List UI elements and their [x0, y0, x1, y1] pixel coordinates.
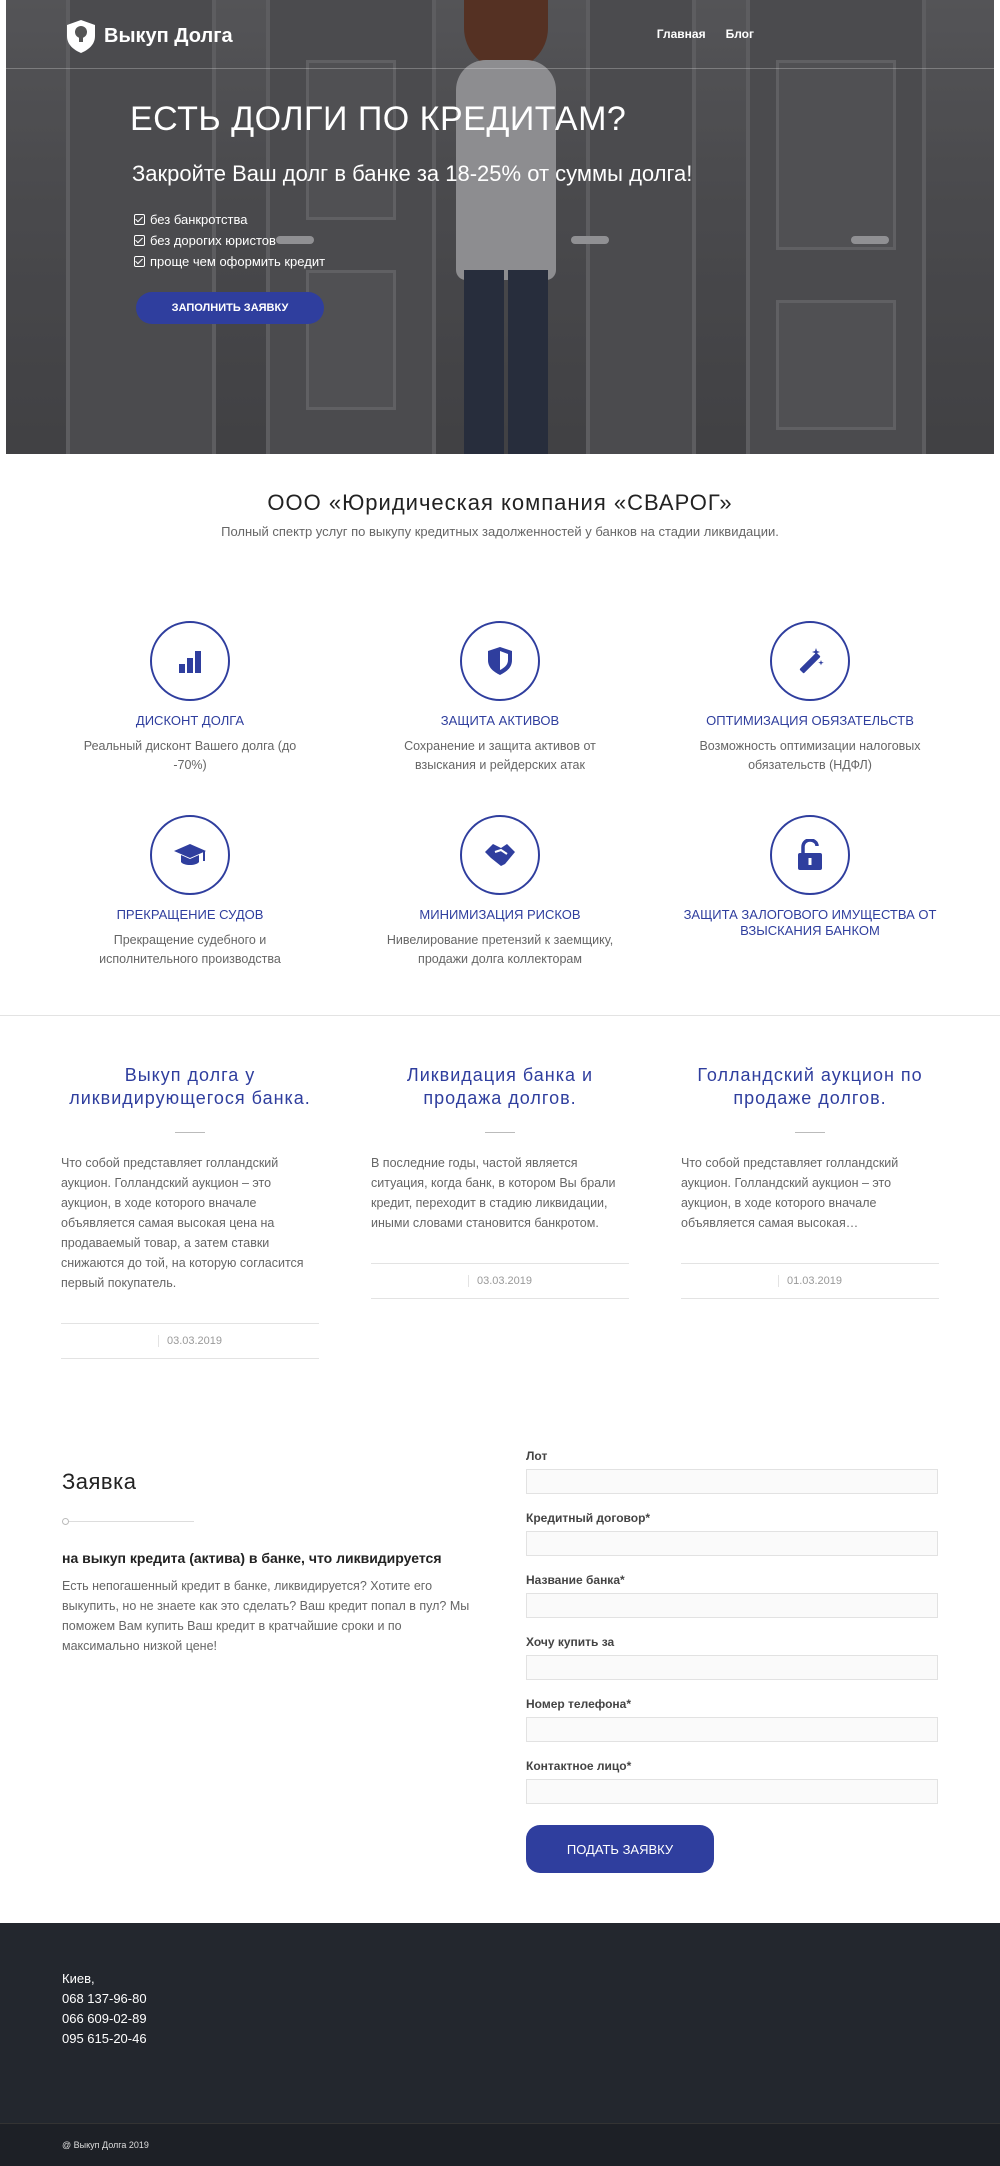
shield-icon — [460, 621, 540, 701]
graduation-cap-icon — [150, 815, 230, 895]
bar-chart-icon — [150, 621, 230, 701]
footer-city: Киев, — [62, 1971, 95, 1986]
phone-input[interactable] — [526, 1717, 938, 1742]
site-logo[interactable]: Выкуп Долга — [64, 18, 233, 54]
feature-item: ПРЕКРАЩЕНИЕ СУДОВ Прекращение судебного … — [35, 815, 345, 969]
footer-phone[interactable]: 068 137-96-80 — [62, 1989, 938, 2009]
company-subtitle: Полный спектр услуг по выкупу кредитных … — [221, 524, 779, 539]
request-section: Заявка на выкуп кредита (актива) в банке… — [0, 1429, 1000, 1923]
request-text: Есть непогашенный кредит в банке, ликвид… — [62, 1579, 470, 1653]
blog-post: Выкуп долга у ликвидирующегося банка. Чт… — [61, 1064, 319, 1359]
request-title: Заявка — [62, 1469, 137, 1494]
logo-shield-icon — [67, 20, 95, 53]
nav-blog-link[interactable]: Блог — [726, 27, 754, 41]
desired-price-input[interactable] — [526, 1655, 938, 1680]
feature-item: ЗАЩИТА АКТИВОВ Сохранение и защита актив… — [345, 621, 655, 775]
post-excerpt: В последние годы, частой является ситуац… — [371, 1156, 616, 1230]
hero-section: Выкуп Долга Главная Блог ЕСТЬ ДОЛГИ ПО К… — [6, 0, 994, 454]
field-label: Номер телефона* — [526, 1697, 632, 1711]
feature-text: Нивелирование претензий к заемщику, прод… — [386, 933, 614, 966]
feature-text: Реальный дисконт Вашего долга (до -70%) — [83, 739, 297, 772]
post-date: 03.03.2019 — [157, 1335, 222, 1347]
form-field: Название банка* — [526, 1573, 938, 1618]
fill-request-button[interactable]: ЗАПОЛНИТЬ ЗАЯВКУ — [136, 292, 324, 324]
submit-request-button[interactable]: ПОДАТЬ ЗАЯВКУ — [526, 1825, 714, 1873]
post-date: 03.03.2019 — [467, 1275, 532, 1287]
checkbox-icon — [134, 214, 145, 225]
checkbox-icon — [134, 256, 145, 267]
footer-bottom-bar: @ Выкуп Долга 2019 — [0, 2123, 1000, 2166]
hero-title: ЕСТЬ ДОЛГИ ПО КРЕДИТАМ? — [130, 100, 627, 138]
form-field: Контактное лицо* — [526, 1759, 938, 1804]
benefit-item: проще чем оформить кредит — [134, 251, 692, 272]
feature-title: МИНИМИЗАЦИЯ РИСКОВ — [419, 907, 581, 922]
contact-person-input[interactable] — [526, 1779, 938, 1804]
feature-text: Возможность оптимизации налоговых обязат… — [699, 739, 921, 772]
hero-subtitle: Закройте Ваш долг в банке за 18-25% от с… — [132, 161, 693, 186]
request-subtitle: на выкуп кредита (актива) в банке, что л… — [62, 1550, 442, 1566]
blog-post: Ликвидация банка и продажа долгов. В пос… — [371, 1064, 629, 1299]
post-excerpt: Что собой представляет голландский аукци… — [61, 1156, 304, 1290]
field-label: Хочу купить за — [526, 1635, 615, 1649]
logo-text: Выкуп Долга — [104, 24, 233, 47]
post-excerpt: Что собой представляет голландский аукци… — [681, 1156, 899, 1230]
footer-phone[interactable]: 066 609-02-89 — [62, 2009, 938, 2029]
feature-item: ЗАЩИТА ЗАЛОГОВОГО ИМУЩЕСТВА ОТ ВЗЫСКАНИЯ… — [655, 815, 965, 969]
feature-title: ОПТИМИЗАЦИЯ ОБЯЗАТЕЛЬСТВ — [706, 713, 914, 728]
post-meta: 01.03.2019 — [681, 1263, 939, 1299]
feature-title: ПРЕКРАЩЕНИЕ СУДОВ — [116, 907, 264, 922]
post-title[interactable]: Голландский аукцион по продаже долгов. — [681, 1064, 939, 1110]
form-field: Лот — [526, 1449, 938, 1494]
blog-section: Выкуп долга у ликвидирующегося банка. Чт… — [0, 1016, 1000, 1429]
credit-agreement-input[interactable] — [526, 1531, 938, 1556]
post-title[interactable]: Выкуп долга у ликвидирующегося банка. — [61, 1064, 319, 1110]
bank-name-input[interactable] — [526, 1593, 938, 1618]
form-field: Кредитный договор* — [526, 1511, 938, 1556]
nav-home-link[interactable]: Главная — [657, 27, 706, 41]
feature-title: ЗАЩИТА ЗАЛОГОВОГО ИМУЩЕСТВА ОТ ВЗЫСКАНИЯ… — [683, 907, 937, 938]
feature-item: ДИСКОНТ ДОЛГА Реальный дисконт Вашего до… — [35, 621, 345, 775]
feature-item: МИНИМИЗАЦИЯ РИСКОВ Нивелирование претенз… — [345, 815, 655, 969]
request-info: Заявка на выкуп кредита (актива) в банке… — [62, 1449, 472, 1873]
footer: Киев, 068 137-96-80 066 609-02-89 095 61… — [0, 1923, 1000, 2123]
field-label: Название банка* — [526, 1573, 625, 1587]
company-section: ООО «Юридическая компания «СВАРОГ» Полны… — [0, 454, 1000, 539]
post-meta: 03.03.2019 — [371, 1263, 629, 1299]
lot-input[interactable] — [526, 1469, 938, 1494]
copyright-text: @ Выкуп Долга 2019 — [62, 2140, 149, 2150]
features-grid: ДИСКОНТ ДОЛГА Реальный дисконт Вашего до… — [0, 539, 1000, 1015]
hero-content: ЕСТЬ ДОЛГИ ПО КРЕДИТАМ? Закройте Ваш дол… — [130, 100, 692, 324]
feature-item: ОПТИМИЗАЦИЯ ОБЯЗАТЕЛЬСТВ Возможность опт… — [655, 621, 965, 775]
feature-text: Прекращение судебного и исполнительного … — [99, 933, 281, 966]
feature-text: Сохранение и защита активов от взыскания… — [404, 739, 596, 772]
post-date: 01.03.2019 — [777, 1275, 842, 1287]
post-title[interactable]: Ликвидация банка и продажа долгов. — [371, 1064, 629, 1110]
checkbox-icon — [134, 235, 145, 246]
footer-phone[interactable]: 095 615-20-46 — [62, 2029, 938, 2049]
magic-wand-icon — [770, 621, 850, 701]
handshake-icon — [460, 815, 540, 895]
field-label: Кредитный договор* — [526, 1511, 651, 1525]
form-field: Хочу купить за — [526, 1635, 938, 1680]
field-label: Контактное лицо* — [526, 1759, 632, 1773]
feature-title: ЗАЩИТА АКТИВОВ — [440, 713, 560, 728]
unlock-icon — [770, 815, 850, 895]
company-title: ООО «Юридическая компания «СВАРОГ» — [267, 490, 733, 515]
form-field: Номер телефона* — [526, 1697, 938, 1742]
request-form: Лот Кредитный договор* Название банка* Х… — [526, 1449, 938, 1873]
benefit-item: без банкротства — [134, 209, 692, 230]
top-navigation: Главная Блог — [657, 27, 754, 41]
benefit-item: без дорогих юристов — [134, 230, 692, 251]
feature-title: ДИСКОНТ ДОЛГА — [135, 713, 245, 728]
field-label: Лот — [526, 1449, 548, 1463]
blog-post: Голландский аукцион по продаже долгов. Ч… — [681, 1064, 939, 1299]
post-meta: 03.03.2019 — [61, 1323, 319, 1359]
hero-benefits-list: без банкротства без дорогих юристов прощ… — [134, 209, 692, 272]
